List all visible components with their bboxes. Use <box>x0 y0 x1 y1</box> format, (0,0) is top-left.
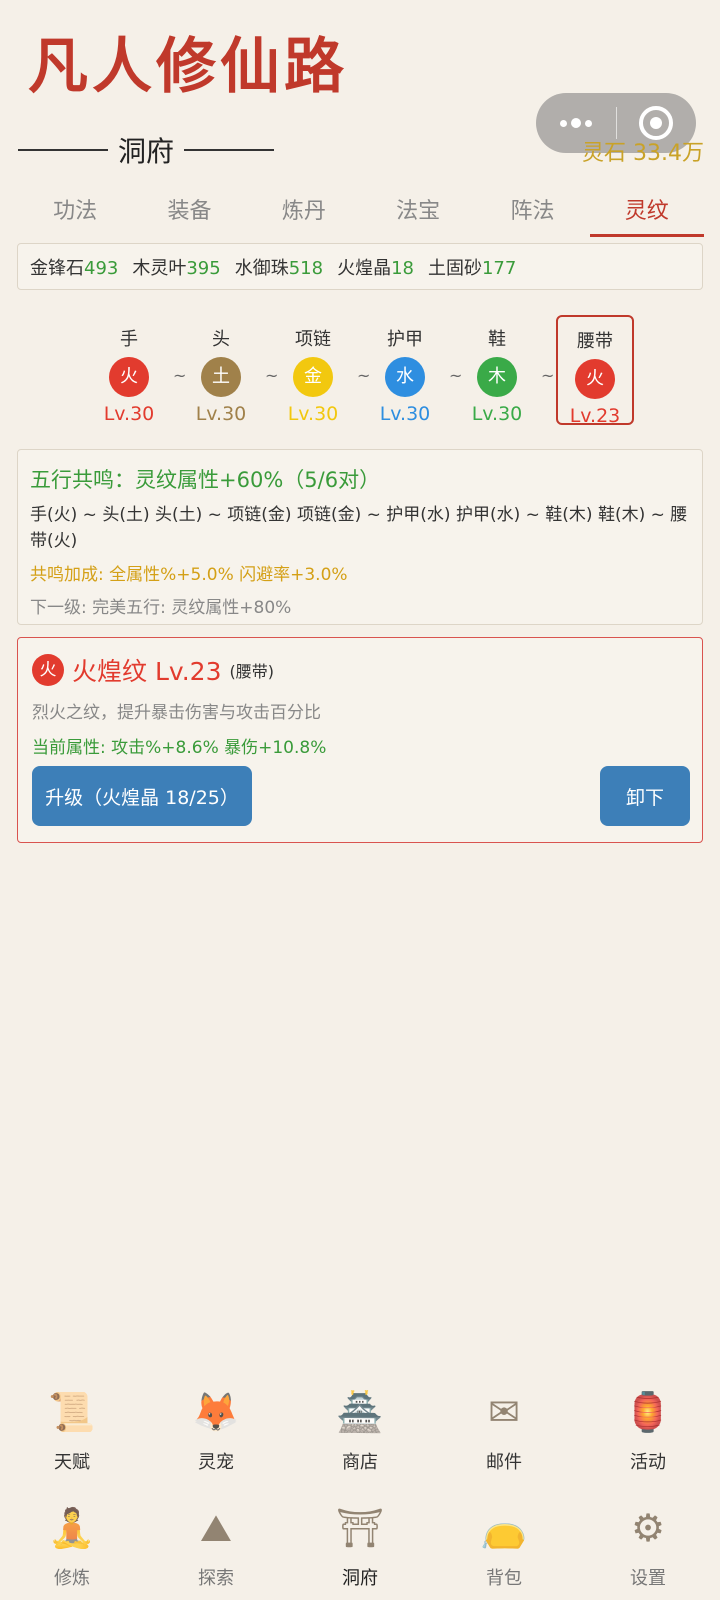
fire-element-icon: 火 <box>109 357 149 397</box>
slot-belt[interactable]: 腰带 火 Lv.23 <box>556 315 634 427</box>
upgrade-button[interactable]: 升级（火煌晶 18/25） <box>32 766 252 826</box>
wood-element-icon: 木 <box>477 357 517 397</box>
nav-shop[interactable]: 🏯 商店 <box>288 1384 432 1474</box>
app-title: 凡人修仙路 <box>28 32 348 102</box>
mountain-icon: ⛰ <box>200 1505 232 1550</box>
slot-level: Lv.30 <box>379 403 431 425</box>
earth-element-icon: 土 <box>201 357 241 397</box>
lantern-icon: 🏮 <box>624 1389 672 1434</box>
rune-detail-panel: 火 火煌纹 Lv.23 (腰带) 烈火之纹，提升暴击伤害与攻击百分比 当前属性:… <box>17 637 703 843</box>
resonance-pairs: 手(火) ~ 头(土) 头(土) ~ 项链(金) 项链(金) ~ 护甲(水) 护… <box>30 505 688 551</box>
resonance-title: 五行共鸣：灵纹属性+60%（5/6对） <box>30 468 381 492</box>
tab-equipment[interactable]: 装备 <box>132 185 246 237</box>
rune-slot: (腰带) <box>229 662 275 681</box>
slot-level: Lv.30 <box>195 403 247 425</box>
envelope-icon: ✉ <box>488 1390 520 1434</box>
slot-necklace[interactable]: 项链 金 Lv.30 <box>274 315 352 425</box>
metal-element-icon: 金 <box>293 357 333 397</box>
slot-label: 护甲 <box>387 329 423 350</box>
tab-gongfa[interactable]: 功法 <box>18 185 132 237</box>
scroll-icon: 📜 <box>48 1389 96 1434</box>
slot-label: 腰带 <box>577 331 613 352</box>
unequip-button[interactable]: 卸下 <box>600 766 690 826</box>
rune-slots: 手 火 Lv.30 ~ 头 土 Lv.30 ~ 项链 金 Lv.30 ~ 护甲 … <box>90 315 640 427</box>
nav-mail[interactable]: ✉ 邮件 <box>432 1384 576 1474</box>
fox-icon: 🦊 <box>192 1389 240 1434</box>
slot-level: Lv.30 <box>287 403 339 425</box>
nav-events[interactable]: 🏮 活动 <box>576 1384 720 1474</box>
resonance-panel: 五行共鸣：灵纹属性+60%（5/6对） 手(火) ~ 头(土) 头(土) ~ 项… <box>17 449 703 625</box>
nav-cultivate[interactable]: 🧘 修炼 <box>0 1500 144 1590</box>
tab-alchemy[interactable]: 炼丹 <box>247 185 361 237</box>
resonance-next-level: 下一级: 完美五行: 灵纹属性+80% <box>30 598 292 618</box>
material-item: 水御珠518 <box>234 257 324 279</box>
material-item: 金锋石493 <box>30 257 119 279</box>
material-item: 火煌晶18 <box>337 257 414 279</box>
tab-lingwen[interactable]: 灵纹 <box>589 185 705 237</box>
rune-stats: 当前属性: 攻击%+8.6% 暴伤+10.8% <box>32 738 327 758</box>
gear-icon: ⚙ <box>630 1506 666 1550</box>
tab-artifact[interactable]: 法宝 <box>361 185 475 237</box>
nav-settings[interactable]: ⚙ 设置 <box>576 1500 720 1590</box>
resonance-bonus: 共鸣加成: 全属性%+5.0% 闪避率+3.0% <box>30 565 348 585</box>
slot-shoes[interactable]: 鞋 木 Lv.30 <box>458 315 536 425</box>
nav-pet[interactable]: 🦊 灵宠 <box>144 1384 288 1474</box>
material-item: 土固砂177 <box>427 257 517 279</box>
fire-element-icon: 火 <box>575 359 615 399</box>
materials-bar: 金锋石493 木灵叶395 水御珠518 火煌晶18 土固砂177 <box>17 243 703 290</box>
bottom-tab-bar: 🧘 修炼 ⛰ 探索 ⛩ 洞府 👝 背包 ⚙ 设置 <box>0 1500 720 1590</box>
nav-explore[interactable]: ⛰ 探索 <box>144 1500 288 1590</box>
tab-bar: 功法 装备 炼丹 法宝 阵法 灵纹 <box>18 185 705 237</box>
slot-hand[interactable]: 手 火 Lv.30 <box>90 315 168 425</box>
link-tilde: ~ <box>541 366 555 385</box>
meditate-icon: 🧘 <box>48 1505 96 1550</box>
material-item: 木灵叶395 <box>132 257 221 279</box>
divider-right <box>184 149 275 151</box>
nav-talent[interactable]: 📜 天赋 <box>0 1384 144 1474</box>
slot-level: Lv.30 <box>103 403 155 425</box>
divider-left <box>18 149 108 151</box>
slot-label: 头 <box>212 329 230 350</box>
feature-nav: 📜 天赋 🦊 灵宠 🏯 商店 ✉ 邮件 🏮 活动 <box>0 1384 720 1474</box>
rune-name: 火煌纹 Lv.23 <box>72 657 222 686</box>
tab-formation[interactable]: 阵法 <box>475 185 589 237</box>
slot-label: 手 <box>120 329 138 350</box>
slot-level: Lv.23 <box>569 405 621 427</box>
water-element-icon: 水 <box>385 357 425 397</box>
currency-display: 灵石 33.4万 <box>582 141 704 166</box>
rune-description: 烈火之纹，提升暴击伤害与攻击百分比 <box>32 703 321 723</box>
bag-icon: 👝 <box>480 1505 528 1550</box>
slot-head[interactable]: 头 土 Lv.30 <box>182 315 260 425</box>
more-dots-icon <box>559 118 592 128</box>
slot-level: Lv.30 <box>471 403 523 425</box>
slot-label: 鞋 <box>488 329 506 350</box>
pavilion-icon: 🏯 <box>336 1389 384 1434</box>
slot-armor[interactable]: 护甲 水 Lv.30 <box>366 315 444 425</box>
section-header: 洞府 <box>18 130 275 170</box>
slot-label: 项链 <box>295 329 331 350</box>
fire-element-icon: 火 <box>32 654 64 686</box>
nav-dongfu[interactable]: ⛩ 洞府 <box>288 1500 432 1590</box>
nav-bag[interactable]: 👝 背包 <box>432 1500 576 1590</box>
cave-icon: ⛩ <box>335 1505 385 1550</box>
section-title: 洞府 <box>118 135 175 168</box>
